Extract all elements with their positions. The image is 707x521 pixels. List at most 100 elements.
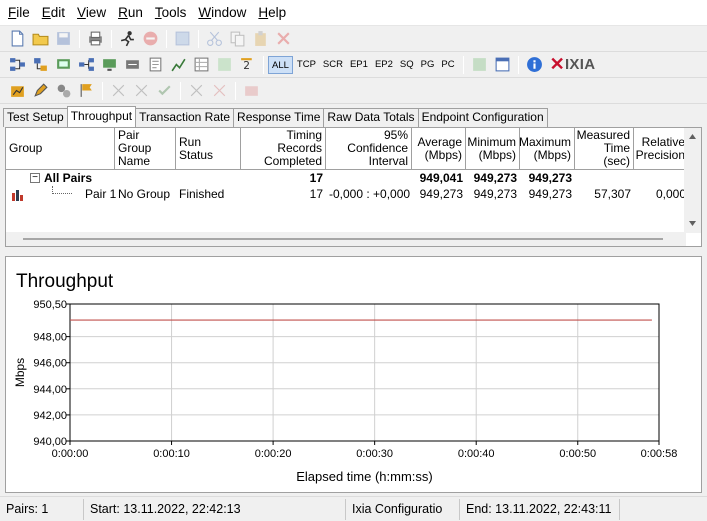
pair-group-name-cell <box>115 170 176 186</box>
y-tick-label: 948,00 <box>33 332 67 344</box>
flag-tool-button[interactable] <box>75 80 98 102</box>
protocol-pc-button[interactable]: PC <box>438 56 457 74</box>
protocol-sq-button[interactable]: SQ <box>397 56 417 74</box>
records-cell: 17 <box>309 187 323 201</box>
grid-horizontal-scrollbar[interactable] <box>6 232 686 246</box>
pair-group-name-cell: No Group <box>118 187 171 201</box>
status-end: End: 13.11.2022, 22:43:11 <box>460 498 620 520</box>
scroll-down-arrow-icon <box>689 221 696 226</box>
tab-endpoint-configuration[interactable]: Endpoint Configuration <box>417 108 548 127</box>
refresh-button[interactable] <box>171 28 194 50</box>
column-header-timing-records[interactable]: Timing Records Completed <box>241 128 326 170</box>
minimum-cell: 949,273 <box>473 171 517 185</box>
y-tick-label: 950,50 <box>33 299 67 311</box>
link-tool-button[interactable] <box>185 80 208 102</box>
menu-edit[interactable]: Edit <box>36 2 71 24</box>
grid-vertical-scrollbar[interactable] <box>684 128 701 233</box>
menu-run[interactable]: Run <box>112 2 149 24</box>
stop-button[interactable] <box>139 28 162 50</box>
edit-tool-button[interactable] <box>29 80 52 102</box>
tab-response-time[interactable]: Response Time <box>233 108 325 127</box>
tab-test-setup[interactable]: Test Setup <box>3 108 68 127</box>
stop-icon <box>143 31 158 46</box>
graph-edit-button[interactable] <box>167 54 190 76</box>
endpoint-button[interactable] <box>98 54 121 76</box>
notes-icon <box>149 57 162 72</box>
cut-button[interactable] <box>203 28 226 50</box>
copy-pair-button[interactable] <box>75 54 98 76</box>
filter-button[interactable] <box>213 54 236 76</box>
add-pair-button[interactable] <box>6 54 29 76</box>
ixia-brand-text: IXIA <box>564 56 596 73</box>
menu-tools[interactable]: Tools <box>149 2 193 24</box>
column-header-confidence-interval[interactable]: 95% Confidence Interval <box>326 128 412 170</box>
scroll-up-arrow-icon <box>689 134 696 139</box>
add-multicast-button[interactable] <box>29 54 52 76</box>
column-header-run-status[interactable]: Run Status <box>176 128 241 170</box>
save-button[interactable] <box>52 28 75 50</box>
column-header-relative-precision[interactable]: Relative Precision <box>634 128 689 170</box>
collapse-icon[interactable]: − <box>30 173 40 183</box>
column-header-pair-group-name[interactable]: Pair Group Name <box>115 128 176 170</box>
script-button[interactable] <box>121 54 144 76</box>
plot-area <box>69 303 660 442</box>
printer-icon <box>89 31 102 46</box>
menu-file[interactable]: File <box>2 2 36 24</box>
main-toolbar <box>0 26 707 52</box>
protocol-all-button[interactable]: ALL <box>268 55 293 74</box>
maximum-cell: 949,273 <box>528 187 572 201</box>
column-header-minimum[interactable]: Minimum (Mbps) <box>466 128 520 170</box>
table-row-pair-1[interactable]: Pair 1 No Group Finished 17 -0,000 : +0,… <box>6 186 689 202</box>
expand-tool-button[interactable] <box>107 80 130 102</box>
edit-pair-button[interactable] <box>52 54 75 76</box>
tab-transaction-rate[interactable]: Transaction Rate <box>135 108 235 127</box>
print-button[interactable] <box>84 28 107 50</box>
notes-button[interactable] <box>144 54 167 76</box>
collapse-tool-button[interactable] <box>130 80 153 102</box>
column-header-measured-time[interactable]: Measured Time (sec) <box>575 128 634 170</box>
menu-window[interactable]: Window <box>192 2 252 24</box>
info-button[interactable] <box>523 54 546 76</box>
protocol-ep2-button[interactable]: EP2 <box>372 56 396 74</box>
export-icon <box>472 58 486 71</box>
column-header-maximum[interactable]: Maximum (Mbps) <box>519 128 575 170</box>
scripts-tool-button[interactable] <box>52 80 75 102</box>
measured-time-cell: 57,307 <box>594 187 631 201</box>
protocol-pg-button[interactable]: PG <box>418 56 438 74</box>
toolbar-separator <box>180 81 181 100</box>
protocol-scr-button[interactable]: SCR <box>320 56 346 74</box>
menu-view[interactable]: View <box>71 2 112 24</box>
toolbar-separator <box>79 29 80 48</box>
average-cell: 949,041 <box>419 171 463 185</box>
run-button[interactable] <box>116 28 139 50</box>
pane-splitter[interactable] <box>0 247 707 256</box>
column-header-group[interactable]: Group <box>6 128 115 170</box>
new-file-button[interactable] <box>6 28 29 50</box>
paste-button[interactable] <box>249 28 272 50</box>
check-tool-button[interactable] <box>153 80 176 102</box>
copy-button[interactable] <box>226 28 249 50</box>
datasheet-button[interactable] <box>190 54 213 76</box>
column-header-average[interactable]: Average (Mbps) <box>412 128 466 170</box>
scrollbar-thumb[interactable] <box>23 238 663 240</box>
group-cell: − All Pairs <box>6 170 115 186</box>
y-tick-label: 942,00 <box>33 410 67 422</box>
window-button[interactable] <box>491 54 514 76</box>
status-pairs: Pairs: 1 <box>0 498 84 520</box>
export-button[interactable] <box>468 54 491 76</box>
y-tick-label: 940,00 <box>33 436 67 448</box>
unlink-tool-button[interactable] <box>208 80 231 102</box>
open-button[interactable] <box>29 28 52 50</box>
protocol-ep1-button[interactable]: EP1 <box>347 56 371 74</box>
step-button[interactable]: 2 <box>236 54 259 76</box>
throughput-tool-button[interactable] <box>6 80 29 102</box>
toolbar-separator <box>517 55 519 74</box>
menu-help[interactable]: Help <box>252 2 292 24</box>
delete-button[interactable] <box>272 28 295 50</box>
protocol-tcp-button[interactable]: TCP <box>294 56 319 74</box>
table-row-all-pairs[interactable]: − All Pairs 17 949,041 949,273 949,273 <box>6 170 575 186</box>
new-file-icon <box>11 30 24 47</box>
tab-throughput[interactable]: Throughput <box>66 106 137 127</box>
report-tool-button[interactable] <box>240 80 263 102</box>
tab-raw-data-totals[interactable]: Raw Data Totals <box>323 108 419 127</box>
